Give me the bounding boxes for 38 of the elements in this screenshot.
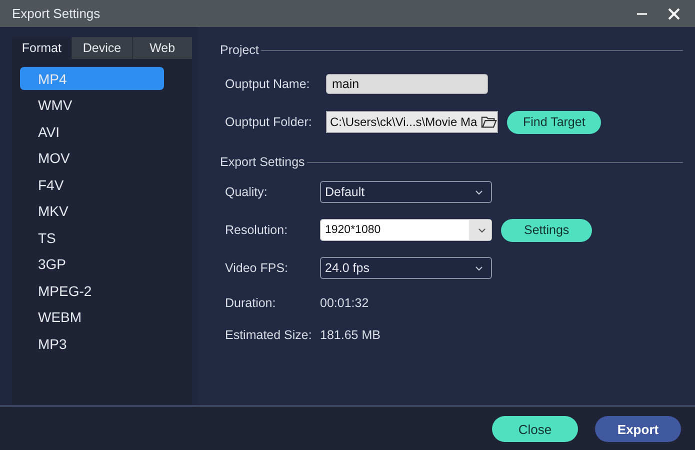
window-title: Export Settings [12,6,102,21]
output-folder-field[interactable]: C:\Users\ck\Vi...s\Movie Ma [326,111,498,133]
close-icon [668,8,680,20]
section-title: Project [220,43,259,57]
format-item[interactable]: MKV [20,200,164,222]
format-item[interactable]: 3GP [20,252,164,276]
settings-button[interactable]: Settings [501,218,592,242]
field-label: Video FPS: [225,261,290,275]
format-item[interactable]: TS [20,226,164,249]
format-item[interactable]: WEBM [20,306,164,328]
export-button[interactable]: Export [595,416,681,442]
info-label: Duration: [225,296,277,310]
find-target-button[interactable]: Find Target [507,110,602,134]
field-label: Resolution: [225,223,289,237]
format-item[interactable]: MP3 [20,332,164,355]
field-label: Ouptput Name: [225,77,311,91]
format-item[interactable]: WMV [20,94,164,116]
folder-icon [481,115,497,129]
field-label: Quality: [225,185,268,199]
section-title: Export Settings [220,155,305,169]
tab[interactable]: Device [71,37,132,59]
caret-icon [475,266,483,270]
format-item[interactable]: MOV [20,146,164,170]
format-item[interactable]: AVI [20,120,164,143]
info-value: 181.65 MB [320,328,380,342]
resolution-dropdown[interactable]: 1920*1080 [320,219,492,241]
tab[interactable]: Web [132,37,192,59]
info-label: Estimated Size: [225,328,313,342]
format-item[interactable]: F4V [20,173,164,196]
dropdown[interactable]: 24.0 fps [320,257,492,279]
field-label: Ouptput Folder: [225,115,313,129]
format-item[interactable]: MPEG-2 [20,279,164,302]
output-name-field[interactable]: main [326,74,488,94]
dropdown[interactable]: Default [320,181,492,203]
caret-icon [478,228,486,232]
caret-icon [475,190,483,194]
info-value: 00:01:32 [320,296,369,310]
close-dialog-button[interactable]: Close [492,416,578,442]
